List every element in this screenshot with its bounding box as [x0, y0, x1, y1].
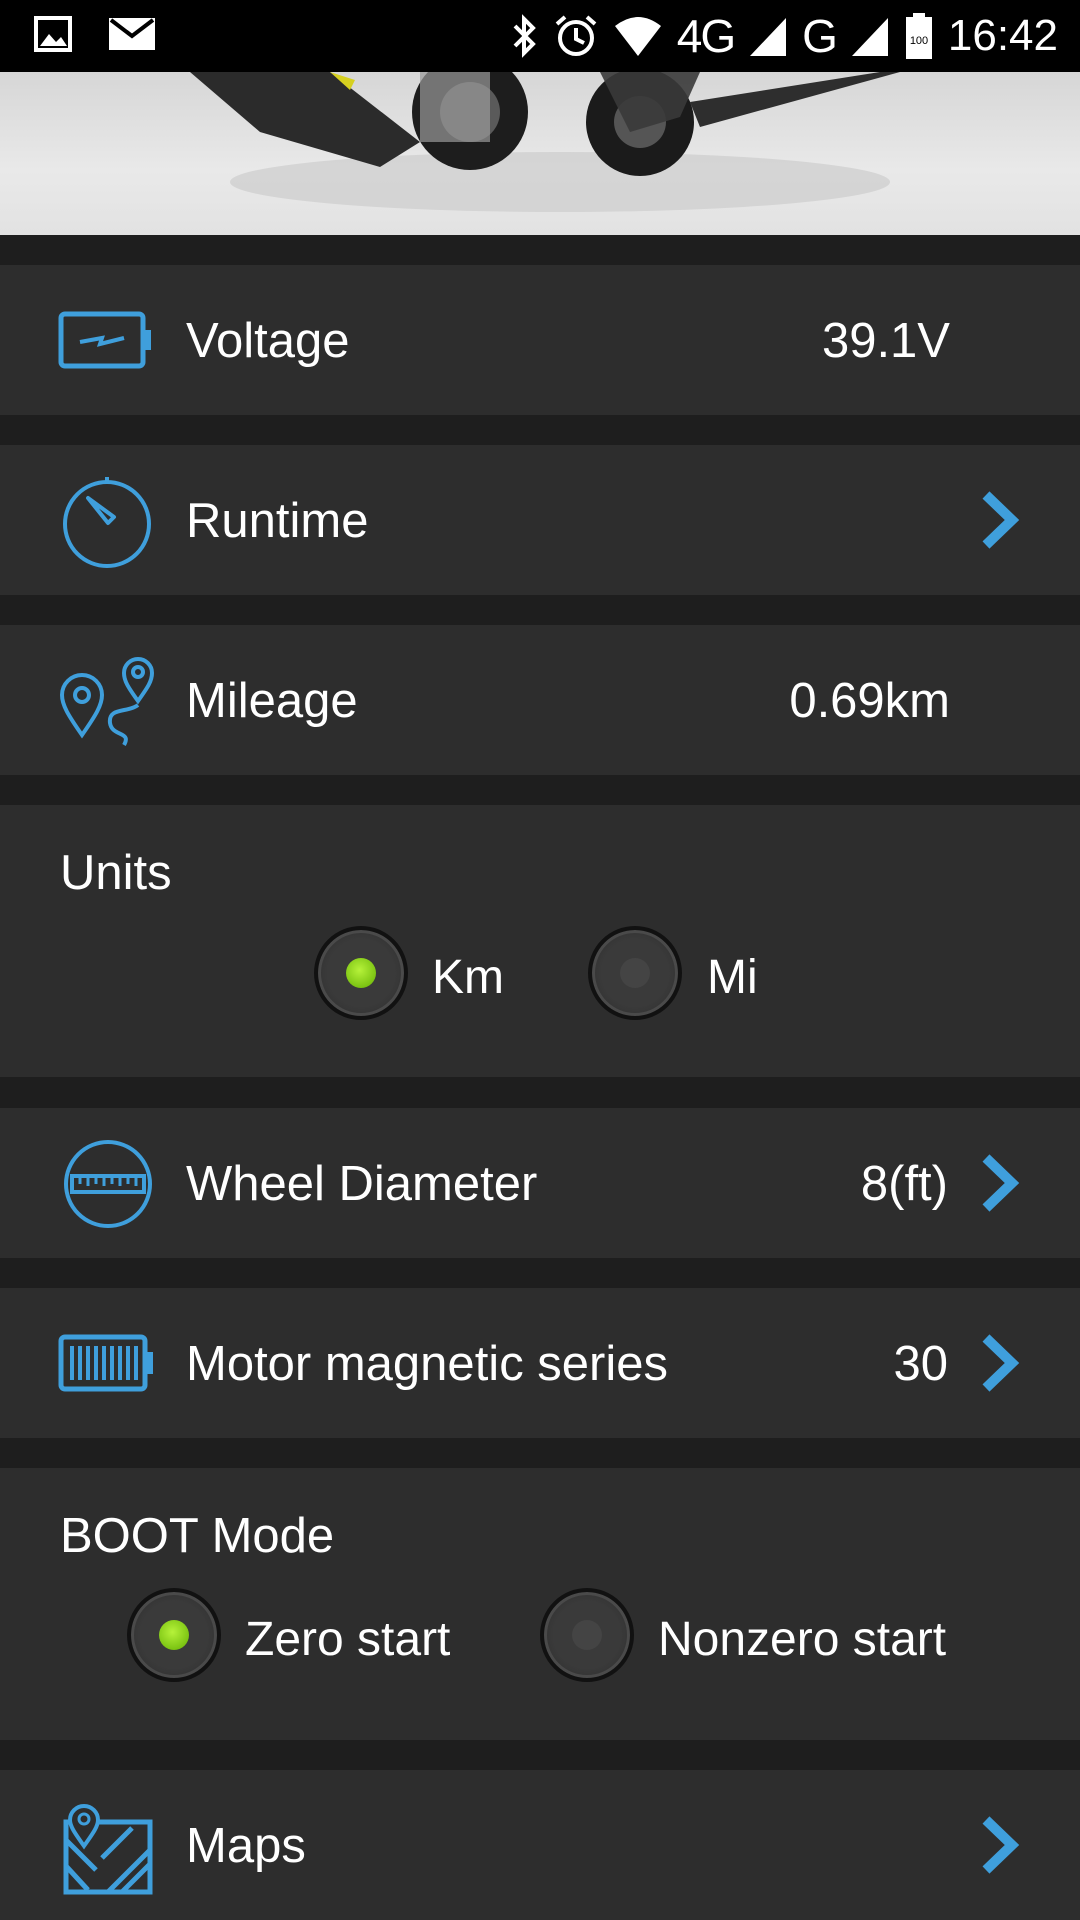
- stopwatch-icon: [63, 477, 151, 568]
- boot-nonzero-start-radio[interactable]: [540, 1588, 634, 1682]
- network-type-label: 4G: [676, 10, 736, 62]
- signal-icon-2: [851, 18, 888, 56]
- chevron-right-icon[interactable]: [978, 1814, 1022, 1876]
- network-type-label-2: G: [802, 10, 838, 62]
- status-bar: 4G G 100 16:42: [0, 0, 1080, 72]
- gallery-notification-icon: [34, 16, 72, 52]
- bluetooth-icon: [513, 14, 536, 58]
- chevron-right-icon[interactable]: [978, 1152, 1022, 1214]
- units-title: Units: [60, 846, 172, 900]
- battery-cells-icon: [58, 1334, 153, 1392]
- motor-magnetic-series-label: Motor magnetic series: [186, 1337, 669, 1391]
- wheel-ruler-icon: [64, 1140, 152, 1228]
- clock: 16:42: [947, 11, 1058, 60]
- units-km-radio[interactable]: [314, 926, 408, 1020]
- runtime-label: Runtime: [186, 494, 369, 548]
- voltage-row: Voltage 39.1V: [0, 265, 1080, 415]
- voltage-value: 39.1V: [821, 314, 950, 368]
- maps-label: Maps: [186, 1819, 306, 1873]
- map-icon: [63, 1804, 153, 1895]
- units-mi-label[interactable]: Mi: [707, 950, 758, 1005]
- mileage-value: 0.69km: [789, 674, 950, 728]
- runtime-row[interactable]: Runtime: [0, 445, 1080, 595]
- units-section: Units Km Mi: [0, 805, 1080, 1077]
- signal-icon: [750, 18, 787, 56]
- units-mi-radio[interactable]: [588, 926, 682, 1020]
- battery-icon: 100: [905, 13, 932, 59]
- maps-row[interactable]: Maps: [0, 1770, 1080, 1920]
- alarm-icon: [555, 15, 597, 56]
- boot-zero-start-label[interactable]: Zero start: [245, 1612, 450, 1667]
- motor-magnetic-series-value: 30: [893, 1337, 948, 1391]
- wheel-diameter-row[interactable]: Wheel Diameter 8(ft): [0, 1108, 1080, 1258]
- chevron-right-icon[interactable]: [978, 489, 1022, 551]
- mileage-label: Mileage: [186, 674, 358, 728]
- wheel-diameter-value: 8(ft): [860, 1157, 948, 1211]
- boot-mode-section: BOOT Mode Zero start Nonzero start: [0, 1468, 1080, 1740]
- boot-mode-title: BOOT Mode: [60, 1509, 335, 1563]
- boot-zero-start-radio[interactable]: [127, 1588, 221, 1682]
- boot-nonzero-start-label[interactable]: Nonzero start: [658, 1612, 946, 1667]
- mileage-row: Mileage 0.69km: [0, 625, 1080, 775]
- map-pins-route-icon: [59, 657, 155, 746]
- motor-magnetic-series-row[interactable]: Motor magnetic series 30: [0, 1288, 1080, 1438]
- svg-text:100: 100: [910, 35, 928, 47]
- units-km-label[interactable]: Km: [432, 950, 504, 1005]
- scooter-banner-image: [0, 72, 1080, 235]
- wifi-icon: [614, 17, 661, 56]
- mail-notification-icon: [109, 18, 155, 50]
- chevron-right-icon[interactable]: [978, 1332, 1022, 1394]
- voltage-label: Voltage: [186, 314, 350, 368]
- wheel-diameter-label: Wheel Diameter: [186, 1157, 538, 1211]
- battery-charge-icon: [58, 311, 151, 369]
